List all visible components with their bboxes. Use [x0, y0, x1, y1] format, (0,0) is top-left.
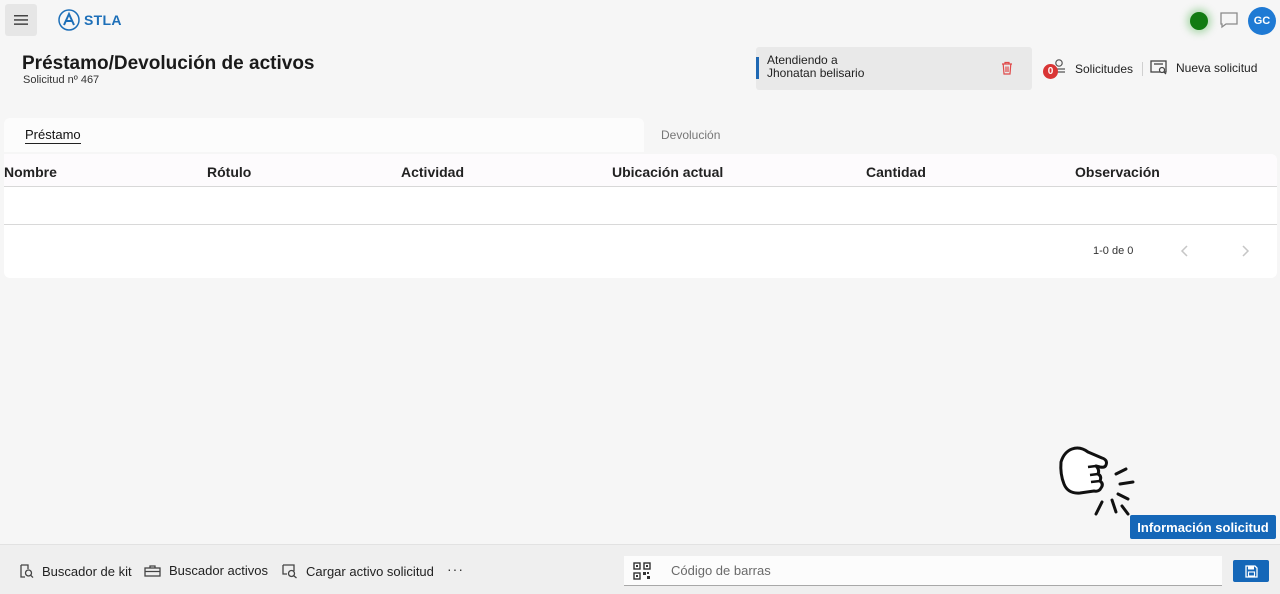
app-logo[interactable]: STLA [58, 9, 122, 31]
save-icon [1244, 564, 1258, 578]
request-info-button[interactable]: Información solicitud [1130, 515, 1276, 539]
attending-accent-bar [756, 57, 759, 79]
attending-card: Atendiendo a Jhonatan belisario [756, 47, 1032, 90]
chat-button[interactable] [1219, 11, 1239, 34]
chevron-right-icon [1242, 245, 1250, 257]
tabs: Préstamo Devolución [4, 118, 1276, 154]
kit-finder-button[interactable]: Buscador de kit [18, 563, 132, 579]
app-name: STLA [84, 12, 122, 28]
table-header: Nombre Rótulo Actividad Ubicación actual… [4, 154, 1277, 187]
top-bar: STLA GC [0, 0, 1280, 42]
asset-finder-label: Buscador activos [169, 563, 268, 578]
next-page-button[interactable] [1238, 244, 1252, 263]
user-avatar[interactable]: GC [1248, 7, 1276, 35]
column-header-cantidad[interactable]: Cantidad [866, 164, 926, 180]
requests-icon-wrap: 0 [1043, 58, 1069, 80]
kit-search-icon [20, 564, 34, 579]
menu-button[interactable] [5, 4, 37, 36]
column-header-observacion[interactable]: Observación [1075, 164, 1160, 180]
tab-devolucion-label: Devolución [661, 128, 721, 142]
new-request-label: Nueva solicitud [1176, 61, 1258, 75]
column-header-actividad[interactable]: Actividad [401, 164, 464, 180]
online-status-indicator [1190, 12, 1208, 30]
pagination-range: 1-0 de 0 [1093, 245, 1134, 257]
table-empty-row [4, 187, 1277, 225]
tab-prestamo[interactable]: Préstamo [4, 118, 644, 152]
barcode-field [624, 556, 1222, 586]
attending-name: Jhonatan belisario [767, 66, 865, 80]
qr-code-icon [633, 561, 651, 580]
load-asset-icon [282, 564, 297, 579]
chevron-left-icon [1180, 245, 1188, 257]
new-request-icon [1150, 60, 1167, 75]
load-asset-button[interactable]: Cargar activo solicitud [281, 563, 434, 579]
requests-count-badge: 0 [1043, 64, 1058, 79]
remove-attending-button[interactable] [1001, 61, 1013, 80]
attending-label: Atendiendo a [767, 53, 838, 67]
column-header-ubicacion[interactable]: Ubicación actual [612, 164, 723, 180]
requests-label: Solicitudes [1075, 62, 1134, 76]
tab-prestamo-label: Préstamo [25, 126, 81, 144]
kit-finder-label: Buscador de kit [42, 563, 132, 579]
previous-page-button[interactable] [1178, 244, 1192, 263]
briefcase-icon [144, 564, 161, 577]
column-header-rotulo[interactable]: Rótulo [207, 164, 251, 180]
header-divider [1142, 62, 1143, 76]
page-title: Préstamo/Devolución de activos [22, 53, 315, 74]
load-asset-label: Cargar activo solicitud [306, 563, 434, 579]
column-header-nombre[interactable]: Nombre [4, 164, 57, 180]
trash-icon [1002, 61, 1012, 75]
request-number: Solicitud nº 467 [23, 74, 100, 86]
logo-icon [58, 9, 80, 31]
new-request-button[interactable]: Nueva solicitud [1150, 60, 1257, 76]
more-options-button[interactable]: ··· [447, 561, 464, 577]
menu-icon [14, 15, 28, 25]
requests-link[interactable]: 0 Solicitudes [1043, 58, 1133, 80]
tab-devolucion[interactable]: Devolución [661, 118, 720, 152]
asset-finder-button[interactable]: Buscador activos [144, 563, 268, 578]
bottom-toolbar: Buscador de kit Buscador activos Cargar … [0, 544, 1280, 594]
save-button[interactable] [1233, 560, 1269, 582]
barcode-input[interactable] [671, 563, 1171, 578]
chat-icon [1220, 12, 1238, 29]
assets-table: Nombre Rótulo Actividad Ubicación actual… [4, 154, 1277, 278]
